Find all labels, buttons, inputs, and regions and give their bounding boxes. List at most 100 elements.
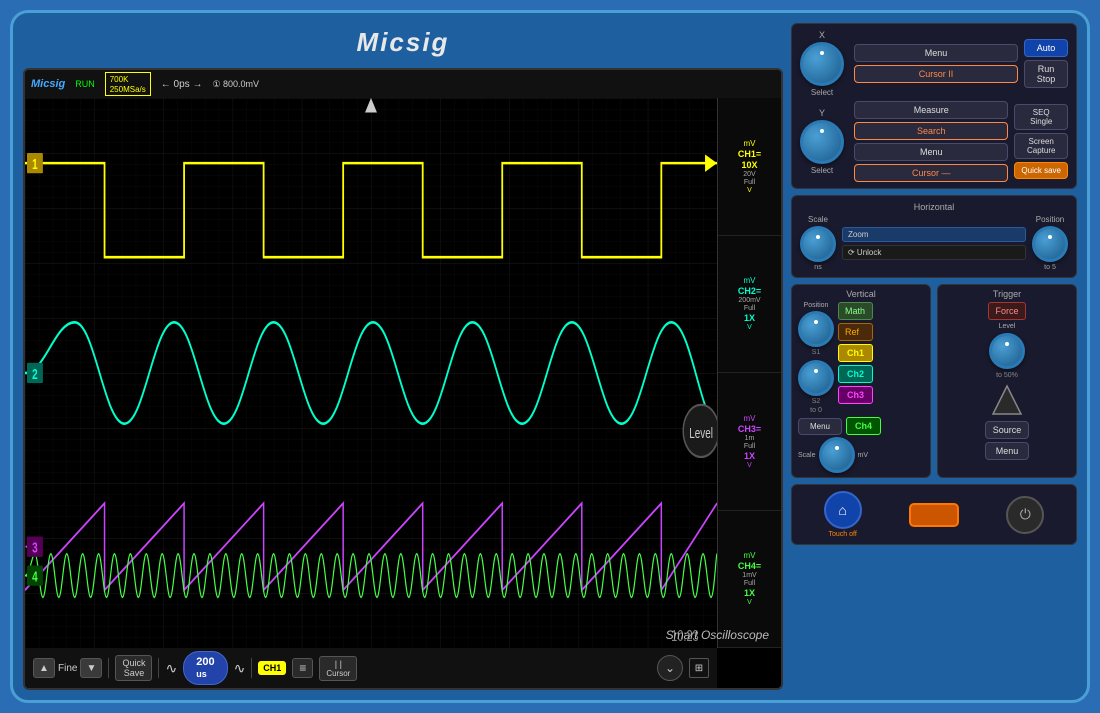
menu-button-2[interactable]: Menu (854, 143, 1008, 161)
waveform-display: 1 2 3 4 Level 10:23 (25, 98, 717, 648)
app-title: Micsig (23, 23, 783, 62)
expand-button[interactable]: ⌄ (657, 655, 683, 681)
separator-1 (108, 658, 109, 678)
ch3-gain: 1X (744, 451, 755, 461)
ch1-vdiv: 20V (743, 171, 755, 178)
touch-off-label: Touch off (829, 531, 857, 538)
x-knob[interactable] (800, 42, 844, 86)
ch2-info: mV CH2= 200mV Full 1X V (718, 236, 781, 374)
ch2-mv: mV (744, 276, 756, 285)
ch2-button[interactable]: Ch2 (838, 365, 873, 383)
ch4-label: CH4= (738, 561, 761, 571)
mv-label: mV (858, 452, 869, 459)
time-button[interactable]: 200 us (183, 651, 227, 685)
smart-oscilloscope-label: Smart Oscilloscope (666, 628, 769, 642)
zoom-button[interactable]: Zoom (842, 227, 1026, 242)
timebase-display: 700K 250MSa/s (105, 72, 151, 96)
quick-save-button[interactable]: Quick Save (115, 655, 152, 681)
cursor-button-1[interactable]: | | Cursor (319, 656, 357, 681)
time-unit: us (196, 669, 207, 679)
ch1-indicator[interactable]: CH1 (258, 661, 286, 675)
y-label: Y (819, 108, 825, 118)
x-label: X (819, 30, 825, 40)
fine-label: Fine (58, 663, 77, 674)
force-button[interactable]: Force (988, 302, 1025, 320)
trigger-level-knob[interactable] (989, 333, 1025, 369)
ch1-mode: Full (744, 179, 755, 186)
ch3-button[interactable]: Ch3 (838, 386, 873, 404)
ch4-v: V (747, 599, 752, 606)
ch1-gain: 10X (741, 160, 757, 170)
auto-button[interactable]: Auto (1024, 39, 1068, 57)
ch2-v: V (747, 324, 752, 331)
trigger-info: ① 800.0mV (212, 79, 259, 90)
h-scale-knob[interactable] (800, 226, 836, 262)
cursor-label-2: Cursor — (854, 164, 1008, 182)
source-button[interactable]: Source (985, 421, 1029, 439)
ch4-vdiv: 1mV (742, 572, 756, 579)
to0-label: to 0 (810, 407, 822, 414)
menu-button[interactable]: Menu (854, 44, 1018, 62)
s2-label: S2 (812, 398, 821, 405)
v-scale-knob[interactable] (819, 437, 855, 473)
scale-h-label: Scale (808, 215, 828, 224)
position-h-label: Position (1036, 215, 1064, 224)
menu-v-button[interactable]: Menu (798, 418, 842, 435)
run-stop-button[interactable]: Run Stop (1024, 60, 1068, 88)
fine-down-button[interactable]: ▼ (80, 658, 102, 678)
unlock-button[interactable]: ⟳ Unlock (842, 245, 1026, 260)
seq-single-button[interactable]: SEQ Single (1014, 104, 1068, 130)
grid-button[interactable]: ⊞ (689, 658, 709, 678)
run-status: RUN (75, 79, 95, 89)
separator-2 (158, 658, 159, 678)
orange-button[interactable] (909, 503, 959, 527)
oscilloscope-screen: Micsig RUN 700K 250MSa/s ← 0ps → ① 800.0… (23, 68, 783, 690)
ch3-mode: Full (744, 443, 755, 450)
ch2-mode: Full (744, 305, 755, 312)
time-value: 200 (196, 656, 214, 668)
cursor-1-label: Cursor (326, 669, 350, 678)
search-label: Search (854, 122, 1008, 140)
power-button[interactable]: ⏻ (1006, 496, 1044, 534)
ch4-mv: mV (744, 551, 756, 560)
xy-row-2: Y Select Measure Search Menu Cursor — SE… (800, 101, 1068, 182)
fine-up-button[interactable]: ▲ (33, 658, 55, 678)
ns-label: ns (814, 264, 821, 271)
to5-label: to 5 (1044, 264, 1056, 271)
ch1-v: V (747, 187, 752, 194)
ch2-label: CH2= (738, 286, 761, 296)
screen-capture-button[interactable]: Screen Capture (1014, 133, 1068, 159)
trigger-title: Trigger (944, 289, 1070, 299)
y-knob[interactable] (800, 120, 844, 164)
ch4-button[interactable]: Ch4 (846, 417, 881, 435)
select-label-y: Select (811, 166, 833, 175)
screen-brand: Micsig (31, 78, 65, 90)
ch3-label: CH3= (738, 424, 761, 434)
ch3-mv: mV (744, 414, 756, 423)
cursor-ii-button[interactable]: Cursor II (854, 65, 1018, 83)
screen-header: Micsig RUN 700K 250MSa/s ← 0ps → ① 800.0… (25, 70, 781, 98)
vertical-section: Vertical Position S1 S2 to 0 Math Ref Ch… (791, 284, 931, 478)
measure-button[interactable]: Measure (854, 101, 1008, 119)
select-label-x: Select (811, 88, 833, 97)
separator-3 (251, 658, 252, 678)
cursor-menu-button[interactable]: ≡ (292, 658, 313, 678)
ch1-button[interactable]: Ch1 (838, 344, 873, 362)
home-button[interactable]: ⌂ (824, 491, 862, 529)
h-position-knob[interactable] (1032, 226, 1068, 262)
xy-row-1: X Select Menu Cursor II Auto Run Stop (800, 30, 1068, 97)
v-position-knob[interactable] (798, 311, 834, 347)
ch1-info: mV CH1= 10X 20V Full V (718, 98, 781, 236)
quick-save-ctrl-button[interactable]: Quick save (1014, 162, 1068, 179)
trigger-shape (989, 382, 1025, 418)
math-button[interactable]: Math (838, 302, 873, 320)
ch3-info: mV CH3= 1m Full 1X V (718, 373, 781, 511)
xy-section: X Select Menu Cursor II Auto Run Stop Y (791, 23, 1077, 189)
trigger-section: Trigger Force Level to 50% Source Menu (937, 284, 1077, 478)
wave-symbol-2: ∿ (234, 660, 246, 677)
ch4-mode: Full (744, 580, 755, 587)
menu-t-button[interactable]: Menu (985, 442, 1029, 460)
v-position-knob-2[interactable] (798, 360, 834, 396)
ch3-v: V (747, 462, 752, 469)
ref-button[interactable]: Ref (838, 323, 873, 341)
